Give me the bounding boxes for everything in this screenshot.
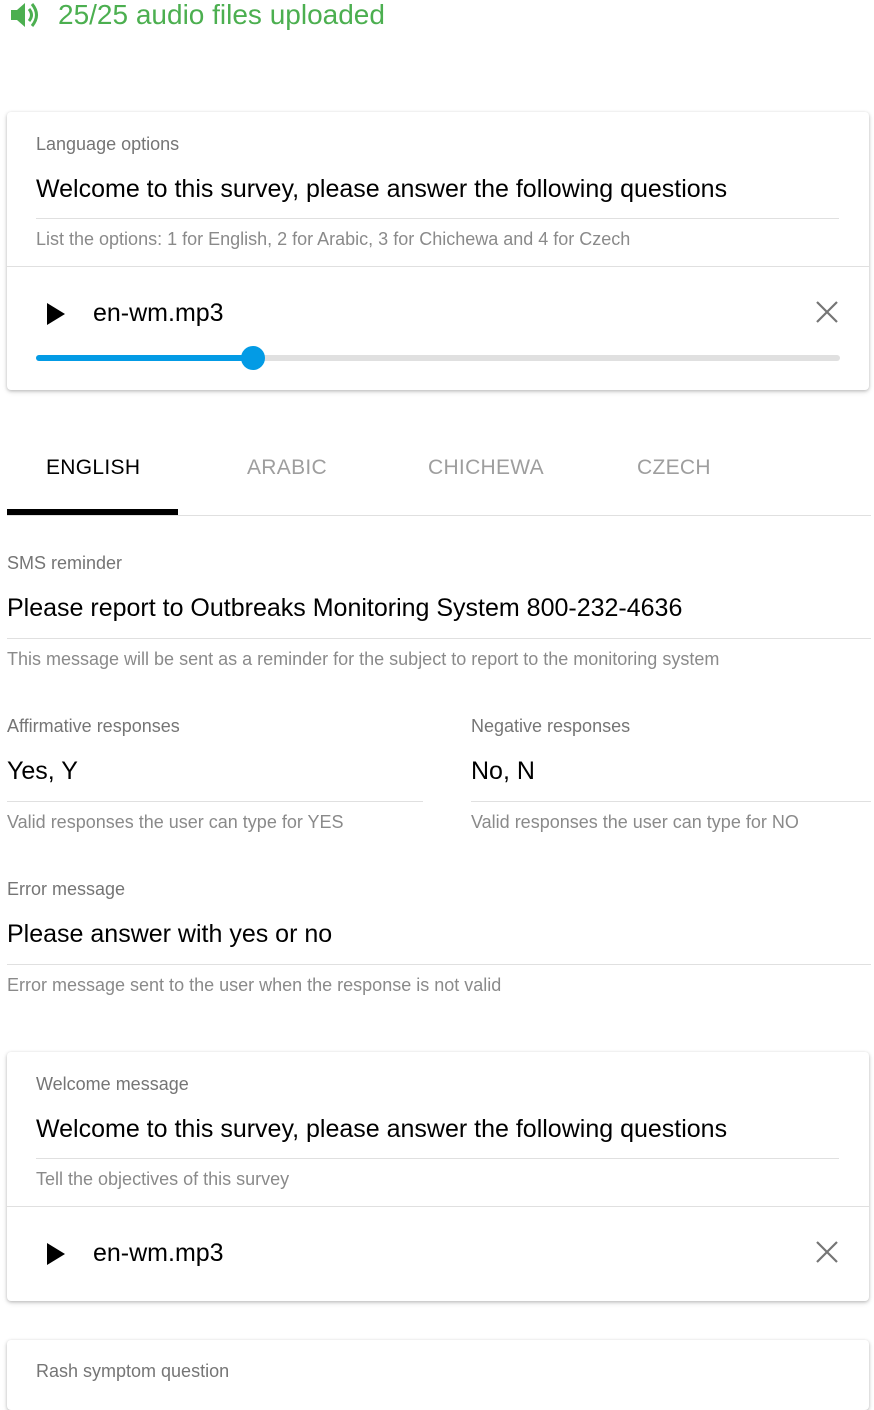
error-message-input[interactable]: Please answer with yes or no (7, 920, 332, 949)
play-icon[interactable] (47, 1243, 65, 1265)
welcome-message-input[interactable]: Welcome to this survey, please answer th… (36, 1115, 727, 1144)
language-options-input[interactable]: Welcome to this survey, please answer th… (36, 175, 727, 204)
input-underline (7, 964, 871, 965)
input-underline (7, 638, 871, 639)
audio-player: en-wm.mp3 (7, 1207, 869, 1301)
affirmative-input[interactable]: Yes, Y (7, 757, 78, 786)
close-icon[interactable] (815, 300, 839, 324)
tab-czech[interactable]: CZECH (637, 456, 711, 480)
negative-input[interactable]: No, N (471, 757, 535, 786)
field-label: Language options (36, 134, 180, 154)
field-label: Welcome message (36, 1074, 189, 1094)
welcome-message-card: Welcome message Welcome to this survey, … (7, 1052, 869, 1301)
upload-status-text: 25/25 audio files uploaded (58, 0, 385, 30)
tab-english[interactable]: ENGLISH (46, 456, 140, 480)
language-tabs: ENGLISH ARABIC CHICHEWA CZECH (7, 420, 871, 516)
play-icon[interactable] (47, 303, 65, 325)
negative-hint: Valid responses the user can type for NO (471, 812, 799, 832)
input-underline (471, 801, 871, 802)
sms-reminder-input[interactable]: Please report to Outbreaks Monitoring Sy… (7, 594, 682, 623)
affirmative-hint: Valid responses the user can type for YE… (7, 812, 344, 832)
sms-reminder-hint: This message will be sent as a reminder … (7, 649, 720, 669)
field-label: Rash symptom question (36, 1361, 230, 1381)
input-underline (36, 218, 839, 219)
upload-status: 25/25 audio files uploaded (8, 0, 385, 30)
close-icon[interactable] (815, 1240, 839, 1264)
audio-slider-track[interactable] (36, 346, 840, 370)
tab-chichewa[interactable]: CHICHEWA (428, 456, 544, 480)
audio-file-name: en-wm.mp3 (93, 1239, 224, 1267)
language-options-card: Language options Welcome to this survey,… (7, 112, 869, 390)
audio-slider-thumb[interactable] (241, 346, 266, 370)
input-underline (7, 801, 423, 802)
audio-file-name: en-wm.mp3 (93, 299, 224, 327)
audio-slider-fill (36, 355, 254, 361)
volume-icon (8, 0, 42, 30)
audio-player: en-wm.mp3 (7, 267, 869, 390)
tab-arabic[interactable]: ARABIC (247, 456, 327, 480)
field-hint: List the options: 1 for English, 2 for A… (36, 229, 631, 249)
negative-label: Negative responses (471, 716, 631, 736)
error-message-hint: Error message sent to the user when the … (7, 975, 502, 995)
rash-symptom-card: Rash symptom question (7, 1340, 869, 1410)
error-message-label: Error message (7, 879, 126, 899)
input-underline (36, 1158, 839, 1159)
affirmative-label: Affirmative responses (7, 716, 180, 736)
tab-indicator (7, 509, 178, 515)
sms-reminder-label: SMS reminder (7, 553, 123, 573)
field-hint: Tell the objectives of this survey (36, 1169, 290, 1189)
